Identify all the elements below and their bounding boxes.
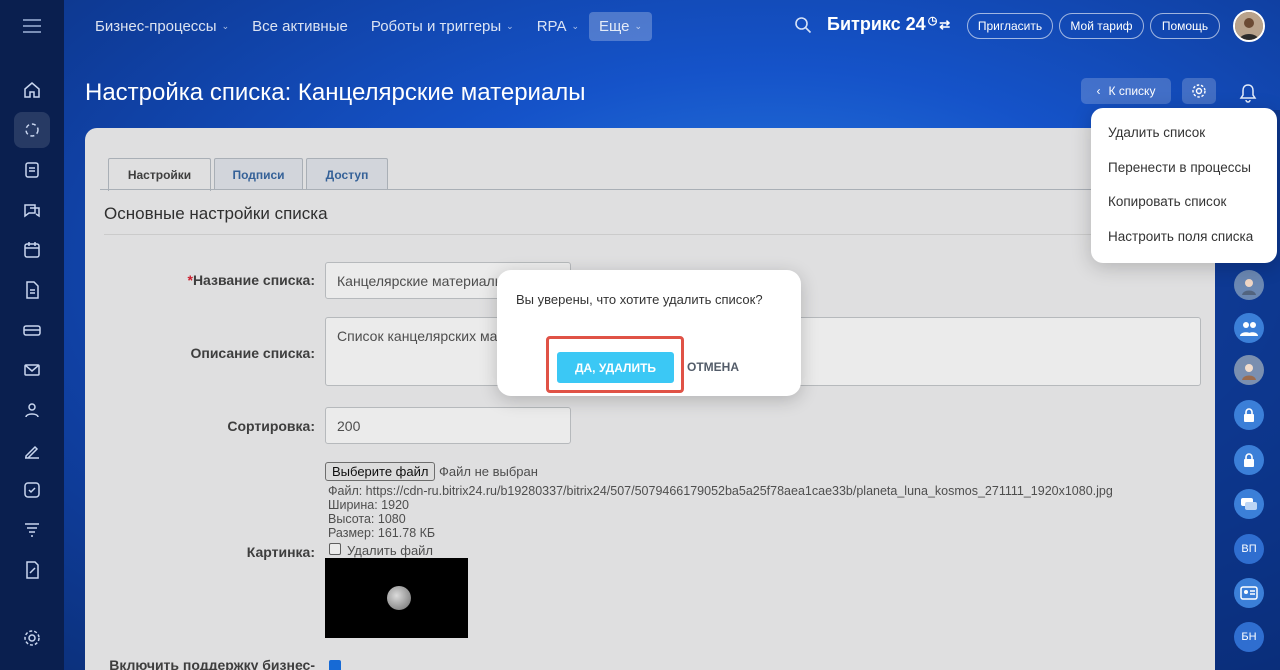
back-to-list-button[interactable]: ‹ К списку	[1081, 78, 1171, 104]
cancel-button[interactable]: ОТМЕНА	[687, 360, 739, 374]
nav-more[interactable]: Еще ⌄	[589, 11, 653, 41]
bell-icon[interactable]	[1232, 79, 1264, 107]
sign-icon[interactable]	[14, 432, 50, 468]
chevron-left-icon: ‹	[1096, 84, 1101, 98]
crm-icon[interactable]	[14, 312, 50, 348]
avatar[interactable]	[1234, 270, 1264, 300]
nav-robots-triggers[interactable]: Роботы и триггеры ⌄	[371, 18, 514, 35]
top-bar: Бизнес-процессы ⌄ Все активные Роботы и т…	[64, 0, 1280, 52]
chat-icon[interactable]	[14, 192, 50, 228]
lock-icon[interactable]	[1234, 400, 1264, 430]
left-sidebar	[0, 0, 64, 670]
nav-all-active[interactable]: Все активные	[252, 18, 348, 35]
hamburger-menu-icon[interactable]	[0, 0, 64, 52]
nav-business-processes[interactable]: Бизнес-процессы ⌄	[95, 18, 229, 35]
filter-icon[interactable]	[14, 512, 50, 548]
contact-card-icon[interactable]	[1234, 578, 1264, 608]
calendar-icon[interactable]	[14, 232, 50, 268]
list-settings-gear-button[interactable]	[1182, 78, 1216, 104]
clock-icon: ◷	[927, 15, 938, 27]
bitrix-logo: Битрикс 24 ◷ ⇄	[827, 14, 951, 34]
menu-item-move-to-processes[interactable]: Перенести в процессы	[1108, 160, 1251, 175]
page-title: Настройка списка: Канцелярские материалы	[85, 79, 586, 106]
avatar[interactable]	[1234, 355, 1264, 385]
employees-icon[interactable]	[14, 392, 50, 428]
home-icon[interactable]	[14, 72, 50, 108]
settings-gear-icon[interactable]	[14, 620, 50, 656]
chat-bubbles-icon[interactable]	[1234, 489, 1264, 519]
modal-overlay	[85, 128, 1215, 670]
user-avatar[interactable]	[1233, 10, 1265, 42]
swap-icon: ⇄	[939, 17, 951, 33]
search-icon[interactable]	[794, 16, 814, 36]
chevron-down-icon: ⌄	[221, 20, 230, 31]
tasks-icon[interactable]	[14, 152, 50, 188]
chevron-down-icon: ⌄	[571, 20, 579, 31]
dialog-message: Вы уверены, что хотите удалить список?	[516, 292, 763, 307]
list-actions-menu: Удалить список Перенести в процессы Копи…	[1091, 108, 1277, 263]
chevron-down-icon: ⌄	[506, 20, 514, 31]
chevron-down-icon: ⌄	[634, 20, 643, 31]
menu-item-copy-list[interactable]: Копировать список	[1108, 194, 1226, 209]
group-chat-icon[interactable]	[1234, 313, 1264, 343]
mail-icon[interactable]	[14, 352, 50, 388]
menu-item-delete-list[interactable]: Удалить список	[1108, 125, 1205, 140]
document-icon[interactable]	[14, 272, 50, 308]
nav-rpa[interactable]: RPA ⌄	[537, 18, 579, 35]
invite-button[interactable]: Пригласить	[967, 13, 1053, 39]
processes-icon[interactable]	[14, 112, 50, 148]
edit-doc-icon[interactable]	[14, 552, 50, 588]
badge-vp[interactable]: ВП	[1234, 534, 1264, 564]
help-button[interactable]: Помощь	[1150, 13, 1220, 39]
checkbox-icon[interactable]	[14, 472, 50, 508]
top-nav: Бизнес-процессы ⌄ Все активные Роботы и т…	[95, 11, 675, 41]
lock-icon[interactable]	[1234, 445, 1264, 475]
confirm-delete-button[interactable]: ДА, УДАЛИТЬ	[557, 352, 674, 383]
badge-bn[interactable]: БН	[1234, 622, 1264, 652]
my-tariff-button[interactable]: Мой тариф	[1059, 13, 1144, 39]
menu-item-configure-fields[interactable]: Настроить поля списка	[1108, 229, 1253, 244]
